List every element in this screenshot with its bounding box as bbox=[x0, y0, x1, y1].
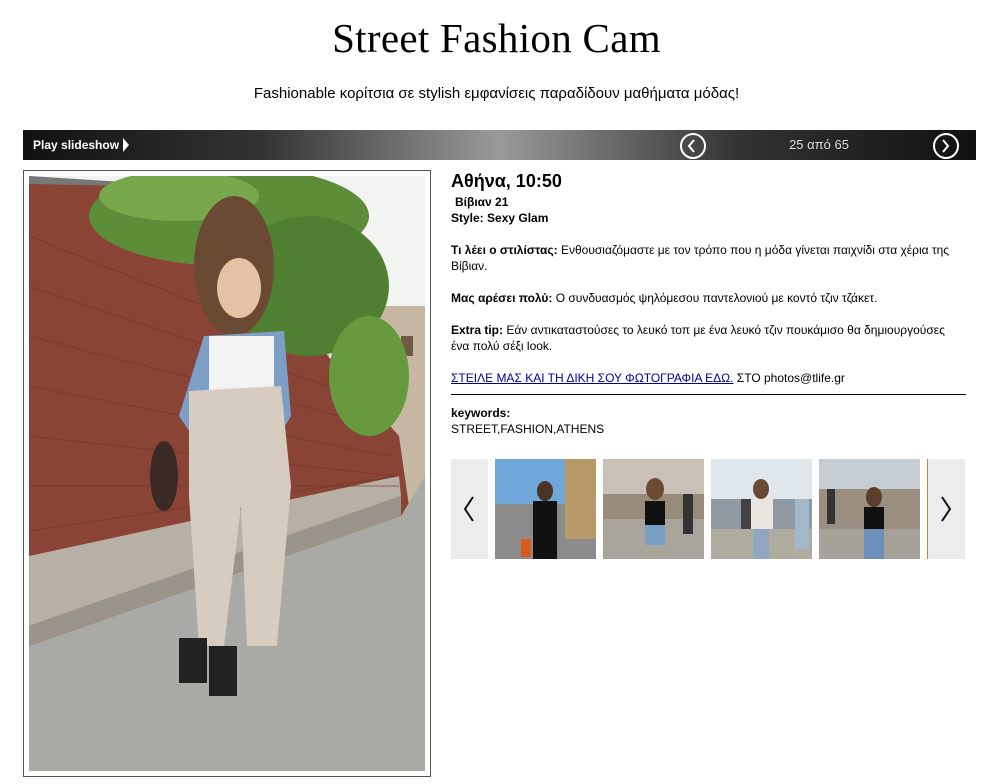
likes-comment: Μας αρέσει πολύ: Ο συνδυασμός ψηλόμεσου … bbox=[451, 290, 966, 306]
thumbnails-prev-button[interactable] bbox=[451, 459, 488, 559]
play-icon bbox=[123, 137, 130, 152]
chevron-right-icon bbox=[941, 496, 952, 522]
slideshow-bar: Play slideshow 25 από 65 bbox=[23, 130, 976, 160]
thumbnail-3[interactable] bbox=[711, 459, 812, 559]
submit-photo-link[interactable]: ΣΤΕΙΛΕ ΜΑΣ ΚΑΙ ΤΗ ΔΙΚΗ ΣΟΥ ΦΩΤΟΓΡΑΦΙΑ ΕΔ… bbox=[451, 371, 733, 385]
submit-photo-email: ΣΤΟ photos@tlife.gr bbox=[733, 371, 845, 385]
previous-photo-button[interactable] bbox=[680, 133, 706, 159]
submit-photo-line: ΣΤΕΙΛΕ ΜΑΣ ΚΑΙ ΤΗ ΔΙΚΗ ΣΟΥ ΦΩΤΟΓΡΑΦΙΑ ΕΔ… bbox=[451, 370, 966, 386]
person-name: Βίβιαν 21 bbox=[455, 195, 509, 209]
play-slideshow-label: Play slideshow bbox=[33, 138, 120, 152]
thumbnails-next-button[interactable] bbox=[928, 459, 965, 559]
location-time: Αθήνα, 10:50 bbox=[451, 171, 562, 191]
chevron-right-icon bbox=[942, 139, 950, 153]
play-slideshow-button[interactable]: Play slideshow bbox=[33, 130, 130, 160]
chevron-left-icon bbox=[687, 139, 695, 153]
likes-text: Ο συνδυασμός ψηλόμεσου παντελονιού με κο… bbox=[552, 291, 878, 305]
main-photo-frame bbox=[23, 170, 431, 777]
stylist-label: Τι λέει ο στιλίστας: bbox=[451, 243, 558, 257]
main-photo[interactable] bbox=[29, 176, 425, 771]
tip-text: Εάν αντικαταστούσες το λευκό τοπ με ένα … bbox=[451, 323, 945, 353]
page-subtitle: Fashionable κορίτσια σε stylish εμφανίσε… bbox=[253, 85, 740, 102]
photo-counter: 25 από 65 bbox=[789, 137, 849, 152]
keywords-value: STREET,FASHION,ATHENS bbox=[451, 422, 605, 436]
divider bbox=[451, 394, 966, 395]
stylist-comment: Τι λέει ο στιλίστας: Ενθουσιαζόμαστε με … bbox=[451, 242, 966, 274]
keywords-label: keywords: bbox=[451, 406, 511, 420]
style-label: Style: Sexy Glam bbox=[451, 211, 549, 225]
thumbnail-4[interactable] bbox=[819, 459, 920, 559]
next-photo-button[interactable] bbox=[933, 133, 959, 159]
page-title: Street Fashion Cam bbox=[332, 15, 661, 61]
chevron-left-icon bbox=[463, 496, 474, 522]
thumbnail-1[interactable] bbox=[495, 459, 596, 559]
thumbnail-2[interactable] bbox=[603, 459, 704, 559]
likes-label: Μας αρέσει πολύ: bbox=[451, 291, 553, 305]
photo-details: Αθήνα, 10:50 Βίβιαν 21 Style: Sexy Glam … bbox=[451, 170, 966, 437]
tip-label: Extra tip: bbox=[451, 323, 504, 337]
thumbnail-strip bbox=[451, 459, 965, 559]
extra-tip: Extra tip: Εάν αντικαταστούσες το λευκό … bbox=[451, 322, 966, 354]
